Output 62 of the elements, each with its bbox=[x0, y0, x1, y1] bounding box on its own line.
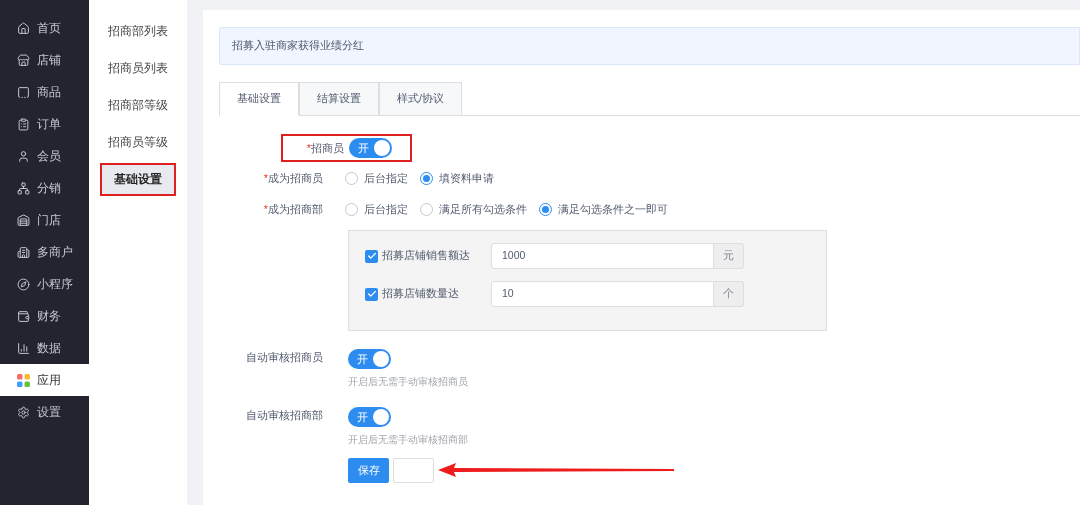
unit-addon: 个 bbox=[714, 281, 744, 307]
submenu-item[interactable]: 基础设置 bbox=[100, 163, 176, 196]
required-mark: * bbox=[263, 172, 268, 185]
checkbox-label: 招募店铺数量达 bbox=[382, 286, 459, 302]
network-icon bbox=[17, 181, 30, 195]
nav-item[interactable]: 应用 bbox=[0, 364, 89, 396]
input-field[interactable]: 10 bbox=[491, 281, 714, 307]
radio-option[interactable]: 后台指定 bbox=[345, 201, 408, 218]
submenu-item[interactable]: 招商部列表 bbox=[97, 15, 179, 48]
nav-item[interactable]: 会员 bbox=[0, 140, 89, 172]
field-label: 成为招商部 bbox=[268, 203, 323, 216]
nav-item[interactable]: 门店 bbox=[0, 204, 89, 236]
radio-button[interactable] bbox=[420, 203, 433, 216]
tab[interactable]: 基础设置 bbox=[219, 82, 299, 116]
storefront-icon bbox=[17, 213, 30, 227]
radio-option[interactable]: 满足勾选条件之一即可 bbox=[539, 201, 668, 218]
checkbox[interactable] bbox=[365, 249, 378, 263]
nav-item[interactable]: 小程序 bbox=[0, 268, 89, 300]
checkbox[interactable] bbox=[365, 287, 378, 301]
field-label: 成为招商员 bbox=[268, 172, 323, 185]
wallet-icon bbox=[17, 309, 30, 323]
nav-item[interactable]: 分销 bbox=[0, 172, 89, 204]
tab[interactable]: 结算设置 bbox=[299, 82, 379, 116]
radio-option[interactable]: 后台指定 bbox=[345, 170, 408, 187]
nav-item[interactable]: 设置 bbox=[0, 396, 89, 428]
radio-button[interactable] bbox=[420, 172, 433, 185]
radio-option[interactable]: 满足所有勾选条件 bbox=[420, 201, 527, 218]
radio-button[interactable] bbox=[345, 172, 358, 185]
building-icon bbox=[17, 245, 30, 259]
field-label: 自动审核招商部 bbox=[246, 409, 323, 421]
required-mark: * bbox=[263, 203, 268, 216]
submenu-item[interactable]: 招商员等级 bbox=[97, 126, 179, 159]
store-icon bbox=[17, 53, 30, 67]
submenu-item[interactable]: 招商部等级 bbox=[97, 89, 179, 122]
nav-item[interactable]: 商品 bbox=[0, 76, 89, 108]
nav-item[interactable]: 数据 bbox=[0, 332, 89, 364]
nav-item[interactable]: 店铺 bbox=[0, 44, 89, 76]
unit-addon: 元 bbox=[714, 243, 744, 269]
nav-item[interactable]: 订单 bbox=[0, 108, 89, 140]
tab[interactable]: 样式/协议 bbox=[379, 82, 462, 116]
nav-item[interactable]: 多商户 bbox=[0, 236, 89, 268]
required-mark: * bbox=[306, 141, 311, 154]
compass-icon bbox=[17, 277, 30, 291]
submenu-item[interactable]: 招商员列表 bbox=[97, 52, 179, 85]
hint-text: 开启后无需手动审核招商员 bbox=[348, 375, 468, 389]
hint-text: 开启后无需手动审核招商部 bbox=[348, 433, 468, 447]
user-icon bbox=[17, 149, 30, 163]
field-label: 自动审核招商员 bbox=[246, 351, 323, 363]
radio-button[interactable] bbox=[539, 203, 552, 216]
radio-option[interactable]: 填资料申请 bbox=[420, 170, 494, 187]
radio-button[interactable] bbox=[345, 203, 358, 216]
notice-text: 招募入驻商家获得业绩分红 bbox=[232, 38, 364, 54]
field-label: 招商员 bbox=[311, 141, 344, 154]
nav-item[interactable]: 财务 bbox=[0, 300, 89, 332]
checkbox-label: 招募店铺销售额达 bbox=[382, 248, 470, 264]
list-icon bbox=[17, 117, 30, 131]
nav-item[interactable]: 首页 bbox=[0, 12, 89, 44]
apps-icon bbox=[17, 373, 30, 387]
input-field[interactable]: 1000 bbox=[491, 243, 714, 269]
home-icon bbox=[17, 21, 30, 35]
settings-icon bbox=[17, 405, 30, 419]
bar-chart-icon bbox=[17, 341, 30, 355]
